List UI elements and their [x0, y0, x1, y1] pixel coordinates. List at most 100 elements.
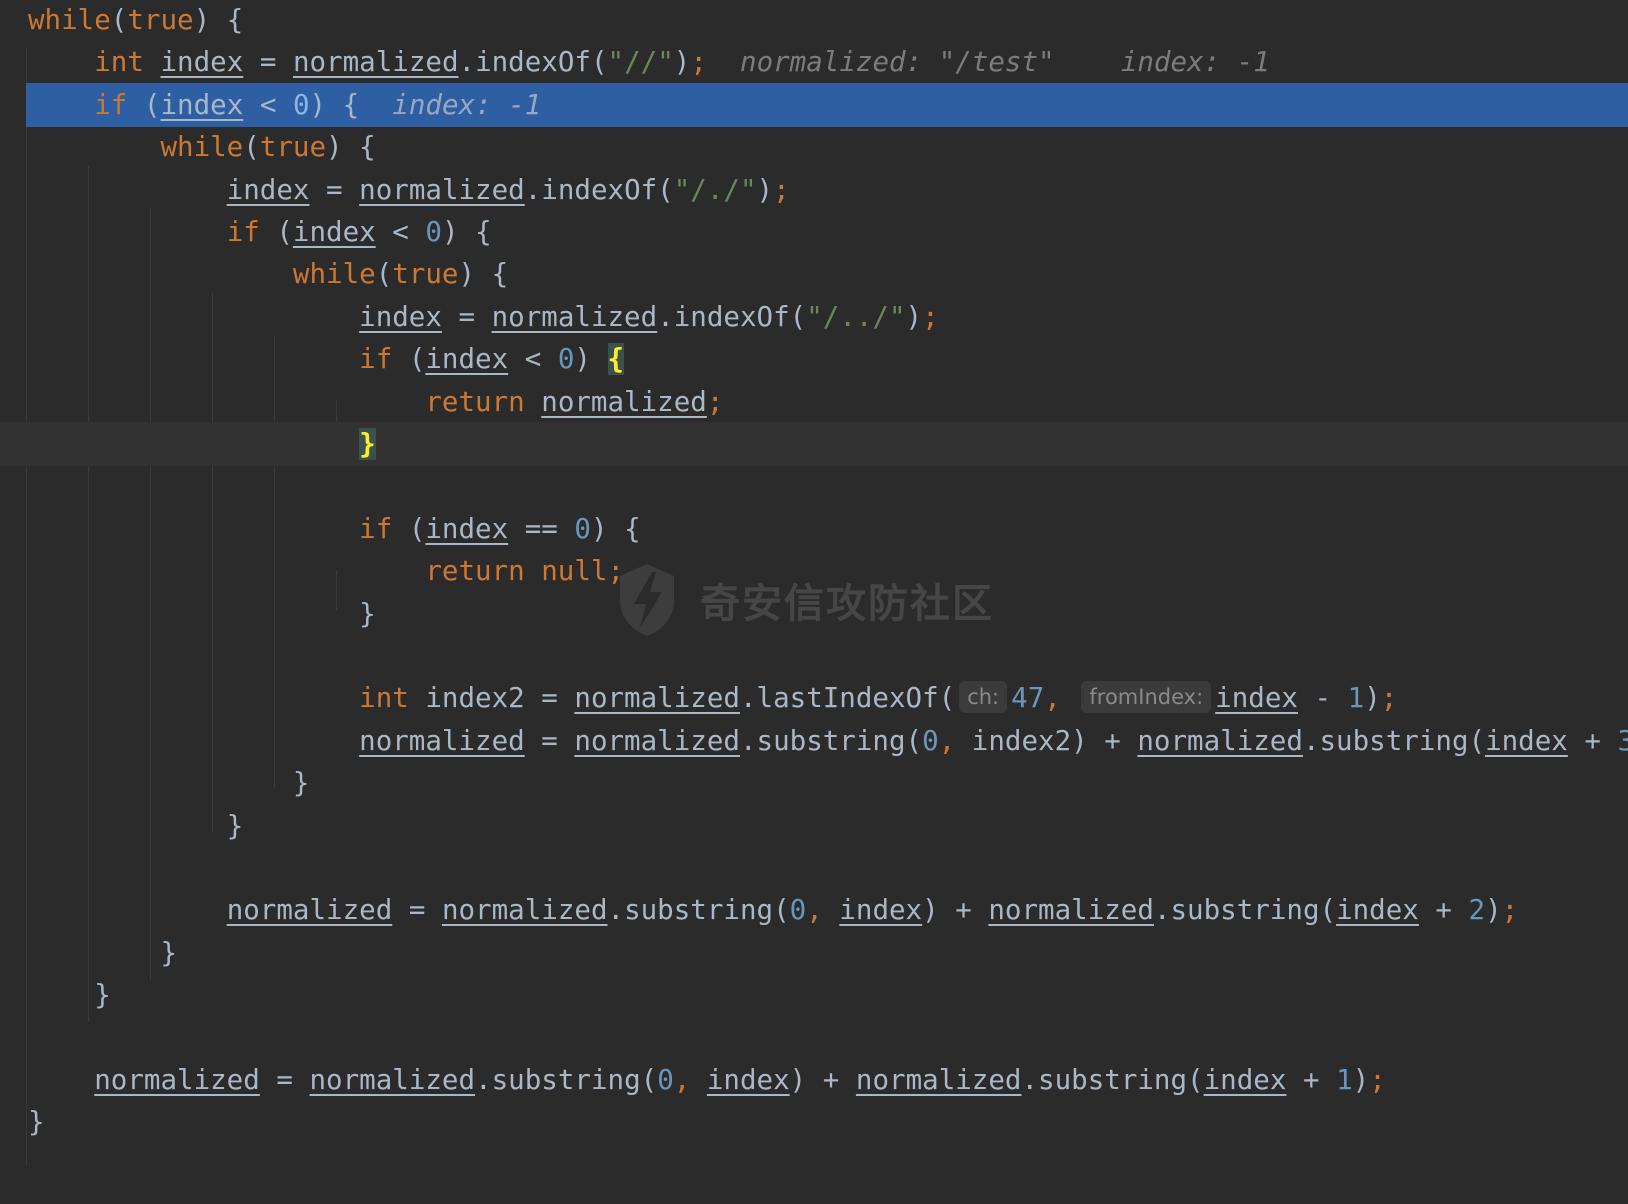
variable-token: index — [706, 1064, 790, 1096]
variable-token: normalized — [359, 724, 525, 757]
watermark-text: 奇安信攻防社区 — [700, 581, 994, 627]
code-token: } — [28, 1106, 45, 1139]
code-token: ) { — [326, 131, 376, 164]
code-token: ) — [1485, 894, 1502, 927]
code-token: = — [259, 1064, 310, 1096]
code-line[interactable]: } — [0, 1100, 1628, 1144]
number-literal: 0 — [657, 1064, 674, 1096]
code-token: + — [1567, 724, 1618, 757]
lightning-shield-icon — [620, 564, 674, 636]
parameter-hint: ch: — [959, 681, 1008, 714]
code-token: .substring( — [1153, 894, 1337, 927]
code-token: ) { — [458, 258, 509, 291]
keyword-token: return — [425, 385, 542, 418]
code-token: } — [160, 936, 178, 969]
code-line[interactable] — [0, 634, 1628, 678]
code-line[interactable]: int index = normalized.indexOf("//"); no… — [0, 40, 1628, 84]
code-token: ) { — [193, 4, 244, 36]
code-token: == — [508, 512, 575, 545]
code-line[interactable]: normalized = normalized.substring(0, ind… — [0, 888, 1628, 932]
code-line[interactable] — [0, 846, 1628, 890]
code-text: } — [28, 1100, 45, 1144]
variable-token: normalized — [292, 46, 459, 79]
variable-token: index — [1203, 1064, 1287, 1096]
code-text: while(true) { — [28, 125, 376, 169]
code-line[interactable]: return normalized; — [0, 380, 1628, 424]
code-token: .indexOf( — [524, 173, 674, 206]
keyword-token: , — [673, 1064, 707, 1096]
code-line[interactable]: } — [0, 931, 1628, 975]
code-text: int index = normalized.indexOf("//"); no… — [28, 40, 1270, 84]
string-literal: "/./" — [673, 173, 757, 206]
code-token: ( — [243, 131, 260, 164]
variable-token: index — [839, 894, 923, 927]
variable-token: normalized — [541, 385, 707, 418]
keyword-token: , — [1044, 682, 1078, 715]
keyword-token: ; — [773, 173, 790, 206]
variable-token: normalized — [491, 300, 658, 333]
code-line[interactable]: index = normalized.indexOf("/./"); — [0, 168, 1628, 212]
code-line[interactable]: index = normalized.indexOf("/../"); — [0, 295, 1628, 339]
code-editor[interactable]: while(true) { int index = normalized.ind… — [0, 0, 1628, 1204]
code-text: } — [28, 804, 244, 848]
code-text: normalized = normalized.substring(0, ind… — [28, 888, 1519, 932]
code-line[interactable]: if (index == 0) { — [0, 507, 1628, 551]
inline-debug-value: index: -1 — [392, 88, 542, 121]
code-token: ) — [756, 173, 774, 206]
keyword-token: ; — [1380, 682, 1398, 715]
code-line[interactable]: if (index < 0) { — [0, 337, 1628, 381]
keyword-token: return null — [425, 555, 608, 588]
code-token: + — [1418, 894, 1469, 927]
code-line[interactable]: while(true) { — [0, 252, 1628, 296]
code-token: } — [226, 809, 244, 842]
code-line[interactable]: } — [0, 761, 1628, 805]
code-line[interactable] — [0, 464, 1628, 508]
code-text: return null; — [28, 549, 624, 593]
keyword-token: while — [292, 258, 376, 291]
code-text: index = normalized.indexOf("/./"); — [28, 168, 790, 212]
code-line[interactable]: normalized = normalized.substring(0, ind… — [0, 1058, 1628, 1102]
variable-token: index — [425, 512, 509, 545]
code-token: < — [375, 216, 426, 248]
variable-token: normalized — [988, 894, 1154, 927]
code-line[interactable]: } — [0, 422, 1628, 466]
keyword-token: if — [359, 512, 409, 545]
code-text: if (index < 0) { — [28, 337, 625, 381]
number-literal: 1 — [1336, 1064, 1353, 1096]
code-token: .indexOf( — [458, 46, 608, 79]
code-text: normalized = normalized.substring(0, ind… — [28, 1058, 1386, 1102]
number-literal: 0 — [574, 512, 591, 545]
code-line[interactable]: } — [0, 973, 1628, 1017]
code-token: ) + — [789, 1064, 856, 1096]
code-text: while(true) { — [28, 252, 508, 296]
code-line[interactable]: normalized = normalized.substring(0, ind… — [0, 719, 1628, 763]
variable-token: index — [160, 46, 244, 79]
code-line[interactable]: while(true) { — [0, 125, 1628, 169]
keyword-token: if — [94, 88, 144, 121]
code-line[interactable]: int index2 = normalized.lastIndexOf(ch: 4… — [0, 676, 1628, 720]
variable-token: normalized — [574, 682, 740, 715]
number-literal: 0 — [922, 724, 939, 757]
code-line[interactable]: } — [0, 804, 1628, 848]
code-line[interactable] — [0, 1016, 1628, 1060]
code-line[interactable]: while(true) { — [0, 0, 1628, 42]
keyword-token: if — [359, 343, 409, 376]
variable-token: normalized — [226, 894, 393, 927]
current-execution-line[interactable]: if (index < 0) { index: -1 — [0, 82, 1628, 127]
code-token: .indexOf( — [657, 300, 807, 333]
code-token: ) + — [922, 894, 989, 927]
keyword-token: if — [226, 216, 277, 248]
code-token: ( — [110, 4, 128, 36]
code-line[interactable]: if (index < 0) { — [0, 210, 1628, 254]
variable-token: index — [1485, 724, 1568, 757]
code-text: normalized = normalized.substring(0, ind… — [28, 719, 1628, 763]
